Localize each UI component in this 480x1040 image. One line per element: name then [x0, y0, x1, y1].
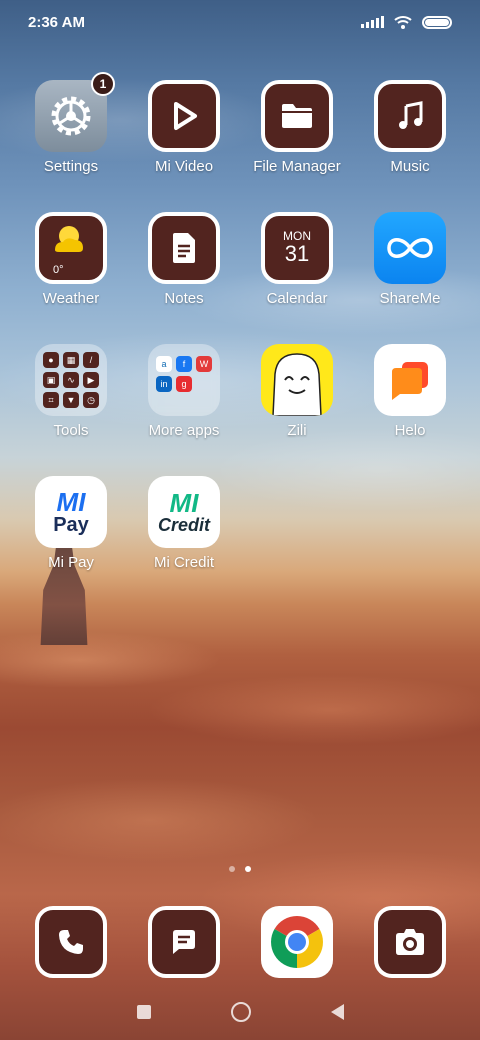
app-file-manager[interactable]: File Manager [241, 80, 353, 175]
mi-pay-logo-mark: MI [56, 487, 86, 517]
tools-folder-icon: ● ▦ / ▣ ∿ ▶ ⌗ ▼ ◷ [35, 344, 107, 416]
chrome-icon [261, 906, 333, 978]
page-indicator [0, 866, 480, 872]
app-label: Notes [164, 290, 204, 307]
play-icon [148, 80, 220, 152]
mi-credit-icon: MI Credit [148, 476, 220, 548]
page-dot-active [245, 866, 251, 872]
app-label: Music [390, 158, 430, 175]
camera-icon [374, 906, 446, 978]
music-note-icon [374, 80, 446, 152]
home-button[interactable] [230, 1002, 251, 1022]
notes-icon [148, 212, 220, 284]
weather-icon: 0° [35, 212, 107, 284]
app-label: Mi Video [154, 158, 214, 175]
page-dot [229, 866, 235, 872]
folder-icon [261, 80, 333, 152]
calendar-icon: MON 31 [261, 212, 333, 284]
linkedin-mini-icon: in [156, 376, 172, 392]
status-bar: 2:36 AM [0, 0, 480, 44]
dock-camera[interactable] [354, 906, 466, 978]
app-notes[interactable]: Notes [128, 212, 240, 307]
app-music[interactable]: Music [354, 80, 466, 175]
phone-icon [35, 906, 107, 978]
wifi-icon [394, 15, 412, 29]
app-label: Zili [287, 422, 307, 439]
mi-credit-logo-text: Credit [157, 515, 210, 535]
download-mini-icon: ▼ [63, 392, 79, 408]
weather-temp: 0° [53, 264, 64, 276]
battery-icon [422, 15, 452, 29]
app-folder-more-apps[interactable]: a f W in g More apps [128, 344, 240, 439]
app-mi-credit[interactable]: MI Credit Mi Credit [128, 476, 240, 571]
navigation-bar [0, 984, 480, 1040]
helo-icon [374, 344, 446, 416]
dock-phone[interactable] [15, 906, 127, 978]
gaana-mini-icon: g [176, 376, 192, 392]
clock-mini-icon: ◷ [83, 392, 99, 408]
app-label: Mi Pay [48, 554, 94, 571]
app-shareme[interactable]: ShareMe [354, 212, 466, 307]
mi-pay-logo-text: Pay [53, 514, 89, 536]
scanner-mini-icon: ⌗ [43, 392, 59, 408]
app-label: Mi Credit [153, 554, 214, 571]
dock-messages[interactable] [128, 906, 240, 978]
video-mini-icon: ▶ [83, 372, 99, 388]
mi-pay-icon: MI Pay [35, 476, 107, 548]
mi-credit-logo-mark: MI [169, 488, 199, 518]
calculator-mini-icon: ▦ [63, 352, 79, 368]
app-label: Settings [43, 158, 99, 175]
app-label: More apps [148, 422, 220, 439]
back-button[interactable] [330, 1004, 344, 1020]
signal-icon [361, 16, 384, 28]
recorder-mini-icon: ∿ [63, 372, 79, 388]
gallery-mini-icon: ▣ [43, 372, 59, 388]
dock [0, 906, 480, 982]
settings-icon: 1 [35, 72, 115, 152]
contacts-mini-icon: ● [43, 352, 59, 368]
app-label: File Manager [253, 158, 341, 175]
notification-badge: 1 [91, 72, 115, 96]
wps-mini-icon: W [196, 356, 212, 372]
app-label: Weather [42, 290, 100, 307]
app-label: ShareMe [379, 290, 441, 307]
recents-button[interactable] [136, 1005, 151, 1019]
app-weather[interactable]: 0° Weather [15, 212, 127, 307]
status-time: 2:36 AM [28, 13, 85, 31]
app-helo[interactable]: Helo [354, 344, 466, 439]
app-zili[interactable]: Zili [241, 344, 353, 439]
app-folder-tools[interactable]: ● ▦ / ▣ ∿ ▶ ⌗ ▼ ◷ Tools [15, 344, 127, 439]
shareme-icon [374, 212, 446, 284]
app-calendar[interactable]: MON 31 Calendar [241, 212, 353, 307]
more-apps-folder-icon: a f W in g [148, 344, 220, 416]
zili-icon [261, 344, 333, 416]
compass-mini-icon: / [83, 352, 99, 368]
messages-icon [148, 906, 220, 978]
app-label: Calendar [266, 290, 328, 307]
amazon-mini-icon: a [156, 356, 172, 372]
app-mi-pay[interactable]: MI Pay Mi Pay [15, 476, 127, 571]
facebook-mini-icon: f [176, 356, 192, 372]
app-label: Helo [394, 422, 426, 439]
calendar-day: 31 [284, 240, 310, 266]
dock-chrome[interactable] [241, 906, 353, 978]
app-settings[interactable]: 1 Settings [15, 72, 127, 175]
app-mi-video[interactable]: Mi Video [128, 80, 240, 175]
app-label: Tools [53, 422, 89, 439]
status-icons [361, 15, 452, 29]
